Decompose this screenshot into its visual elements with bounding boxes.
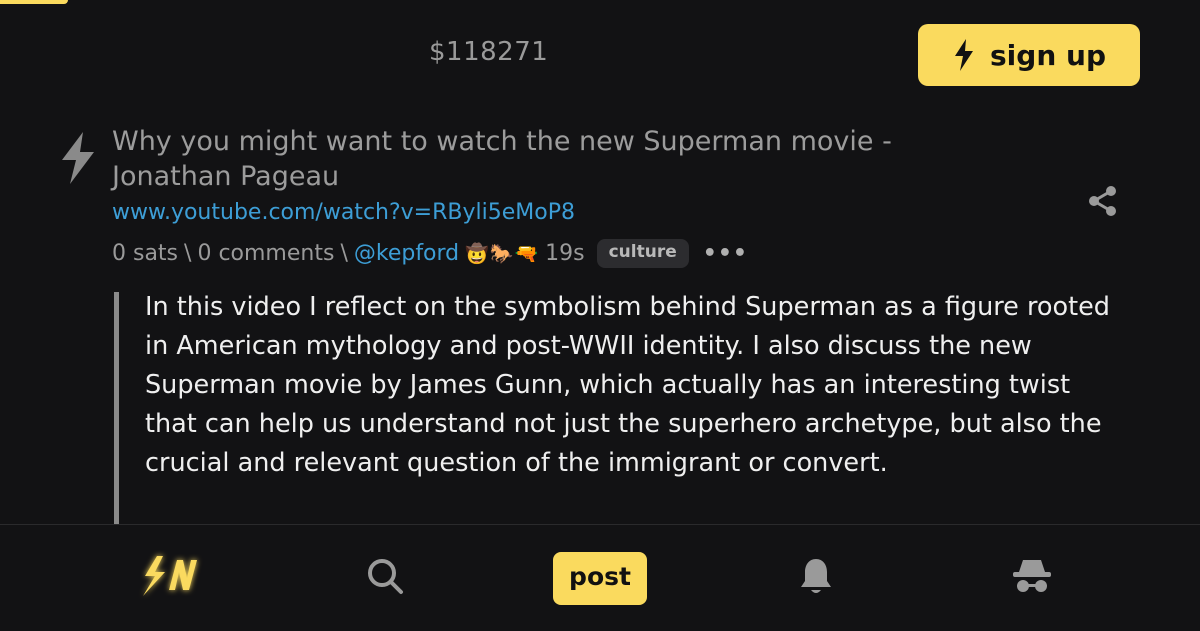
more-options-icon[interactable]: ••• bbox=[703, 241, 748, 266]
share-icon[interactable] bbox=[1086, 184, 1120, 218]
search-icon bbox=[365, 556, 405, 600]
meta-separator: \ bbox=[184, 240, 192, 266]
btc-price[interactable]: $118271 bbox=[429, 37, 548, 67]
user-badges: 🤠🐎🔫 bbox=[465, 242, 540, 265]
post-title[interactable]: Why you might want to watch the new Supe… bbox=[112, 124, 1012, 194]
sub-tag[interactable]: culture bbox=[596, 238, 689, 268]
incognito-icon bbox=[1010, 556, 1054, 600]
quote-bar bbox=[114, 292, 119, 530]
post-button[interactable]: post bbox=[553, 551, 647, 605]
meta-separator: \ bbox=[340, 240, 348, 266]
post-url-link[interactable]: www.youtube.com/watch?v=RByli5eMoP8 bbox=[112, 200, 575, 225]
bottom-nav: post bbox=[0, 524, 1200, 631]
top-accent-bar bbox=[0, 0, 68, 4]
post-body: In this video I reflect on the symbolism… bbox=[145, 292, 1110, 478]
notifications-nav[interactable] bbox=[796, 525, 836, 631]
sign-up-button[interactable]: sign up bbox=[918, 24, 1140, 86]
sign-up-label: sign up bbox=[990, 38, 1106, 72]
post-nav[interactable]: post bbox=[552, 525, 648, 631]
home-nav[interactable] bbox=[130, 525, 210, 631]
bolt-icon bbox=[952, 38, 978, 72]
sn-logo-icon bbox=[135, 550, 205, 606]
comments-link[interactable]: 0 comments bbox=[197, 241, 334, 266]
post-meta: 0 sats \ 0 comments \ @kepford 🤠🐎🔫 19s c… bbox=[112, 238, 748, 268]
account-nav[interactable] bbox=[1008, 525, 1056, 631]
bell-icon bbox=[798, 556, 834, 600]
author-link[interactable]: @kepford bbox=[354, 241, 459, 266]
search-nav[interactable] bbox=[360, 525, 410, 631]
bolt-icon bbox=[58, 130, 98, 186]
post-age[interactable]: 19s bbox=[545, 241, 584, 266]
sats-count[interactable]: 0 sats bbox=[112, 241, 178, 266]
